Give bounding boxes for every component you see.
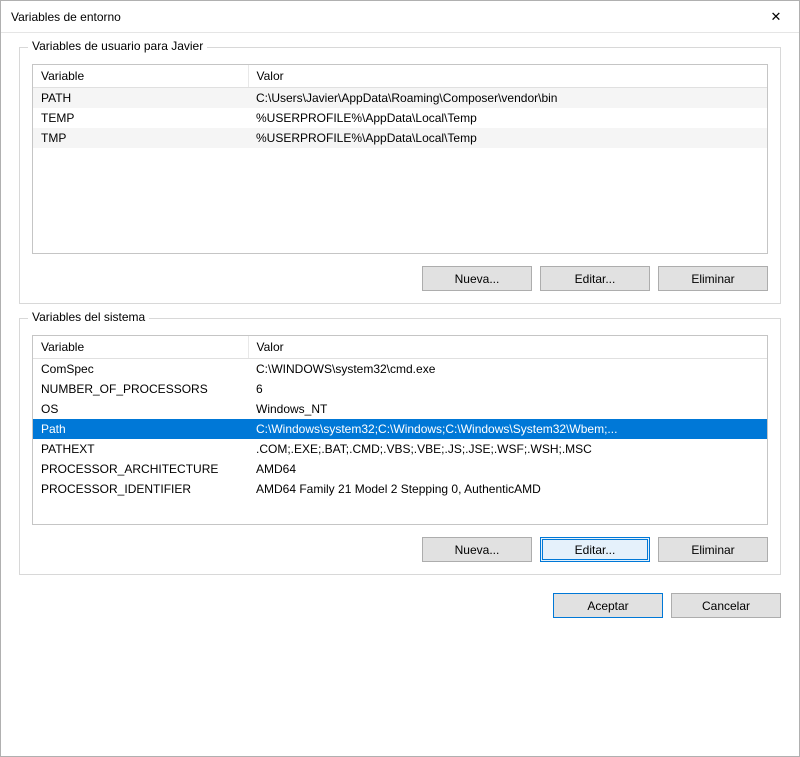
system-vars-group: Variables del sistema Variable Valor Com… xyxy=(19,318,781,575)
system-col-variable[interactable]: Variable xyxy=(33,336,248,359)
user-delete-button[interactable]: Eliminar xyxy=(658,266,768,291)
cell-variable: TMP xyxy=(33,128,248,148)
window-title: Variables de entorno xyxy=(11,10,753,24)
user-vars-legend: Variables de usuario para Javier xyxy=(28,39,207,53)
cell-variable: TEMP xyxy=(33,108,248,128)
ok-button[interactable]: Aceptar xyxy=(553,593,663,618)
env-vars-dialog: Variables de entorno ✕ Variables de usua… xyxy=(0,0,800,757)
cell-variable: ComSpec xyxy=(33,359,248,380)
user-vars-group: Variables de usuario para Javier Variabl… xyxy=(19,47,781,304)
cell-value: AMD64 xyxy=(248,459,767,479)
cell-value: C:\Users\Javier\AppData\Roaming\Composer… xyxy=(248,88,767,109)
system-delete-button[interactable]: Eliminar xyxy=(658,537,768,562)
cell-variable: NUMBER_OF_PROCESSORS xyxy=(33,379,248,399)
system-vars-buttons: Nueva... Editar... Eliminar xyxy=(32,537,768,562)
table-row[interactable]: PROCESSOR_IDENTIFIERAMD64 Family 21 Mode… xyxy=(33,479,767,499)
cell-variable: PATH xyxy=(33,88,248,109)
user-vars-header-row: Variable Valor xyxy=(33,65,767,88)
cancel-button[interactable]: Cancelar xyxy=(671,593,781,618)
user-vars-table-scroll[interactable]: Variable Valor PATHC:\Users\Javier\AppDa… xyxy=(33,65,767,253)
dialog-body: Variables de usuario para Javier Variabl… xyxy=(1,33,799,756)
system-col-value[interactable]: Valor xyxy=(248,336,767,359)
system-vars-header-row: Variable Valor xyxy=(33,336,767,359)
table-row[interactable]: ComSpecC:\WINDOWS\system32\cmd.exe xyxy=(33,359,767,380)
cell-variable: PATHEXT xyxy=(33,439,248,459)
table-row[interactable]: PathC:\Windows\system32;C:\Windows;C:\Wi… xyxy=(33,419,767,439)
user-vars-table[interactable]: Variable Valor PATHC:\Users\Javier\AppDa… xyxy=(33,65,767,148)
table-row[interactable]: OSWindows_NT xyxy=(33,399,767,419)
system-edit-button[interactable]: Editar... xyxy=(540,537,650,562)
system-vars-table[interactable]: Variable Valor ComSpecC:\WINDOWS\system3… xyxy=(33,336,767,499)
system-vars-table-scroll[interactable]: Variable Valor ComSpecC:\WINDOWS\system3… xyxy=(33,336,767,524)
cell-value: 6 xyxy=(248,379,767,399)
dialog-buttons: Aceptar Cancelar xyxy=(19,589,781,618)
cell-value: .COM;.EXE;.BAT;.CMD;.VBS;.VBE;.JS;.JSE;.… xyxy=(248,439,767,459)
system-vars-table-container: Variable Valor ComSpecC:\WINDOWS\system3… xyxy=(32,335,768,525)
user-vars-table-container: Variable Valor PATHC:\Users\Javier\AppDa… xyxy=(32,64,768,254)
table-row[interactable]: PROCESSOR_ARCHITECTUREAMD64 xyxy=(33,459,767,479)
cell-variable: PROCESSOR_IDENTIFIER xyxy=(33,479,248,499)
close-icon[interactable]: ✕ xyxy=(753,1,799,33)
user-edit-button[interactable]: Editar... xyxy=(540,266,650,291)
user-col-value[interactable]: Valor xyxy=(248,65,767,88)
user-col-variable[interactable]: Variable xyxy=(33,65,248,88)
table-row[interactable]: PATHEXT.COM;.EXE;.BAT;.CMD;.VBS;.VBE;.JS… xyxy=(33,439,767,459)
cell-variable: Path xyxy=(33,419,248,439)
cell-value: AMD64 Family 21 Model 2 Stepping 0, Auth… xyxy=(248,479,767,499)
table-row[interactable]: PATHC:\Users\Javier\AppData\Roaming\Comp… xyxy=(33,88,767,109)
cell-value: C:\Windows\system32;C:\Windows;C:\Window… xyxy=(248,419,767,439)
cell-variable: OS xyxy=(33,399,248,419)
cell-variable: PROCESSOR_ARCHITECTURE xyxy=(33,459,248,479)
table-row[interactable]: NUMBER_OF_PROCESSORS6 xyxy=(33,379,767,399)
cell-value: C:\WINDOWS\system32\cmd.exe xyxy=(248,359,767,380)
system-new-button[interactable]: Nueva... xyxy=(422,537,532,562)
user-new-button[interactable]: Nueva... xyxy=(422,266,532,291)
cell-value: %USERPROFILE%\AppData\Local\Temp xyxy=(248,128,767,148)
user-vars-buttons: Nueva... Editar... Eliminar xyxy=(32,266,768,291)
table-row[interactable]: TEMP%USERPROFILE%\AppData\Local\Temp xyxy=(33,108,767,128)
titlebar: Variables de entorno ✕ xyxy=(1,1,799,33)
system-vars-legend: Variables del sistema xyxy=(28,310,149,324)
table-row[interactable]: TMP%USERPROFILE%\AppData\Local\Temp xyxy=(33,128,767,148)
cell-value: Windows_NT xyxy=(248,399,767,419)
cell-value: %USERPROFILE%\AppData\Local\Temp xyxy=(248,108,767,128)
